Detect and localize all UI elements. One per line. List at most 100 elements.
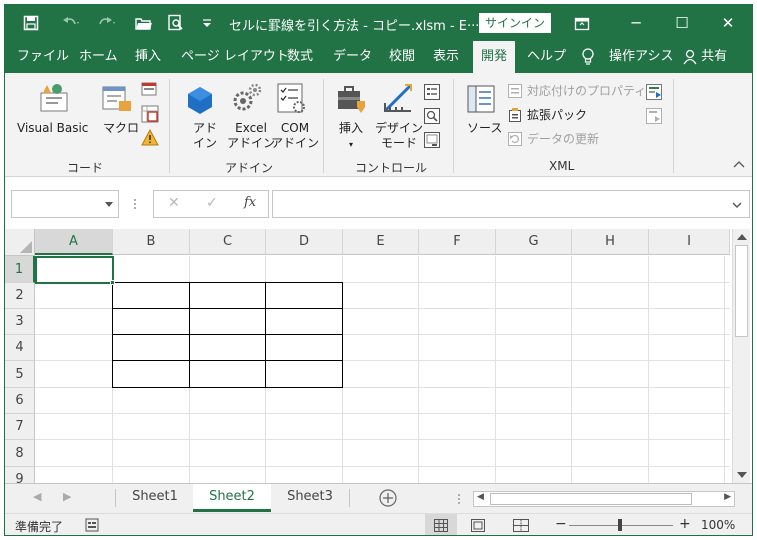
row-header[interactable]: 8 <box>5 440 35 467</box>
column-header[interactable]: E <box>343 229 419 255</box>
row-header[interactable]: 5 <box>5 361 35 388</box>
xml-import-icon[interactable] <box>645 83 663 104</box>
sheet-tab[interactable]: Sheet1 <box>117 484 193 512</box>
page-layout-view-icon[interactable] <box>471 519 485 535</box>
macro-security-icon[interactable] <box>141 128 159 150</box>
refresh-data-icon[interactable] <box>507 131 523 150</box>
macro-button[interactable]: マクロ <box>103 121 139 136</box>
visual-basic-button[interactable]: Visual Basic <box>17 121 88 136</box>
tab-splitter-handle[interactable] <box>457 492 461 509</box>
tab-insert[interactable]: 挿入 <box>135 41 161 73</box>
insert-function-icon[interactable]: fx <box>244 195 256 210</box>
xml-export-icon[interactable] <box>645 107 663 128</box>
map-properties-button[interactable]: 対応付けのプロパティ <box>527 84 646 99</box>
redo-icon[interactable] <box>97 5 117 41</box>
design-mode-icon[interactable] <box>381 81 415 118</box>
tab-help[interactable]: ヘルプ <box>527 41 566 73</box>
minimize-button[interactable]: ─ <box>613 5 659 41</box>
sheet-scroll-right-icon[interactable]: ▶ <box>63 490 71 503</box>
tab-formulas[interactable]: 数式 <box>287 41 313 73</box>
row-header[interactable]: 7 <box>5 414 35 440</box>
share-button[interactable]: 共有 <box>683 41 727 73</box>
formula-input[interactable] <box>272 190 750 218</box>
open-folder-icon[interactable] <box>135 5 153 41</box>
vertical-scroll-thumb[interactable] <box>735 245 748 337</box>
column-header[interactable]: G <box>496 229 572 255</box>
enter-icon[interactable]: ✓ <box>206 195 218 211</box>
com-addins-button[interactable]: COM アドイン <box>271 121 319 151</box>
zoom-out-button[interactable]: − <box>555 516 567 532</box>
accessibility-icon[interactable] <box>85 518 99 535</box>
row-header[interactable]: 6 <box>5 388 35 414</box>
sheet-tab[interactable]: Sheet3 <box>271 484 349 512</box>
row-header[interactable]: 1 <box>5 256 35 283</box>
formula-bar-splitter[interactable] <box>133 195 137 213</box>
com-addins-icon[interactable] <box>275 81 307 118</box>
save-icon[interactable] <box>23 5 39 41</box>
expansion-packs-button[interactable]: 拡張パック <box>527 108 587 123</box>
chevron-down-icon[interactable] <box>105 202 113 208</box>
scroll-down-icon[interactable] <box>737 471 747 479</box>
scroll-right-icon[interactable]: ▶ <box>724 492 731 502</box>
column-header[interactable]: F <box>419 229 496 255</box>
add-sheet-icon[interactable] <box>378 488 398 511</box>
normal-view-button[interactable] <box>425 514 457 535</box>
maximize-button[interactable]: ☐ <box>659 5 705 41</box>
run-dialog-icon[interactable] <box>423 131 441 152</box>
expansion-packs-icon[interactable] <box>507 107 523 126</box>
excel-addins-button[interactable]: Excel アドイン <box>227 121 275 151</box>
column-header[interactable]: B <box>113 229 190 255</box>
tab-page-layout[interactable]: ページ レイアウト <box>181 41 289 73</box>
addins-button[interactable]: アド イン <box>193 121 217 151</box>
properties-icon[interactable] <box>423 83 441 104</box>
zoom-slider-thumb[interactable] <box>618 519 622 531</box>
tab-file[interactable]: ファイル <box>17 41 69 73</box>
refresh-data-button[interactable]: データの更新 <box>527 132 599 147</box>
relative-reference-icon[interactable] <box>141 105 159 126</box>
zoom-in-button[interactable]: + <box>679 516 691 532</box>
column-header[interactable]: I <box>649 229 730 255</box>
zoom-level[interactable]: 100% <box>701 518 735 532</box>
horizontal-scrollbar[interactable]: ◀ ▶ <box>473 491 735 507</box>
scroll-left-icon[interactable]: ◀ <box>477 492 484 502</box>
cancel-icon[interactable]: ✕ <box>168 195 180 211</box>
name-box[interactable] <box>11 190 119 218</box>
expand-formula-bar-icon[interactable] <box>732 202 742 208</box>
record-macro-icon[interactable] <box>141 81 159 102</box>
lightbulb-icon[interactable] <box>581 41 595 73</box>
view-code-icon[interactable] <box>423 107 441 128</box>
tab-view[interactable]: 表示 <box>433 41 459 73</box>
print-preview-icon[interactable] <box>167 5 185 41</box>
vertical-scrollbar[interactable] <box>732 229 750 483</box>
undo-icon[interactable] <box>61 5 81 41</box>
excel-addins-gear-icon[interactable] <box>231 81 263 118</box>
addins-icon[interactable] <box>185 85 215 118</box>
customize-qat-icon[interactable] <box>201 5 213 41</box>
tab-developer[interactable]: 開発 <box>473 41 516 73</box>
tell-me-search[interactable]: 操作アシス <box>609 41 673 73</box>
active-cell[interactable] <box>35 256 114 284</box>
column-header[interactable]: A <box>35 229 113 255</box>
sheet-scroll-left-icon[interactable]: ◀ <box>33 490 41 503</box>
page-break-view-icon[interactable] <box>513 519 529 535</box>
column-header[interactable]: D <box>266 229 343 255</box>
close-button[interactable]: ✕ <box>705 5 751 41</box>
column-header[interactable]: C <box>190 229 266 255</box>
tab-data[interactable]: データ <box>333 41 372 73</box>
tab-home[interactable]: ホーム <box>79 41 118 73</box>
xml-source-button[interactable]: ソース <box>467 121 502 136</box>
column-header[interactable]: H <box>572 229 649 255</box>
map-properties-icon[interactable] <box>507 83 523 102</box>
ribbon-display-options-icon[interactable] <box>559 5 605 41</box>
sheet-tab-active[interactable]: Sheet2 <box>193 484 271 512</box>
macro-icon[interactable] <box>101 83 133 118</box>
select-all-button[interactable] <box>5 229 35 256</box>
worksheet-grid[interactable]: A B C D E F G H I 1 2 3 4 5 6 7 8 9 <box>5 229 730 483</box>
row-header[interactable]: 4 <box>5 335 35 361</box>
insert-control-icon[interactable] <box>335 83 367 118</box>
row-header[interactable]: 3 <box>5 309 35 335</box>
insert-control-button[interactable]: 挿入 ▾ <box>339 121 363 152</box>
scroll-up-icon[interactable] <box>737 233 747 241</box>
collapse-ribbon-icon[interactable] <box>733 159 745 173</box>
xml-source-icon[interactable] <box>465 83 497 118</box>
